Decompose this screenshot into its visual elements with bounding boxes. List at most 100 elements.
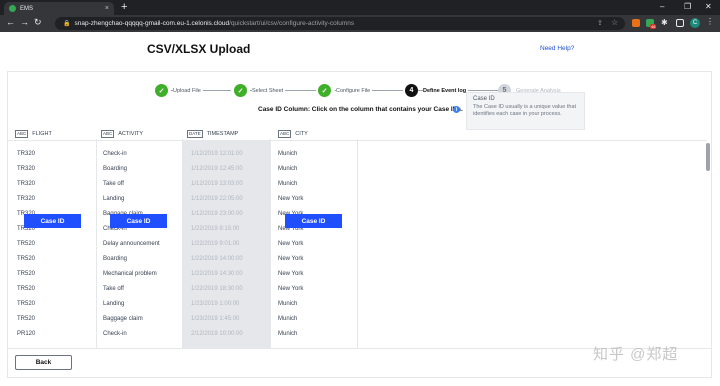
table-cell[interactable]: New York <box>278 286 303 292</box>
column-header-city[interactable]: ABC CITY <box>278 128 308 139</box>
case-id-button-activity[interactable]: Case ID <box>110 214 167 228</box>
table-cell[interactable]: TR520 <box>17 271 35 277</box>
table-cell[interactable]: Munich <box>278 151 297 157</box>
rss-extension-icon[interactable] <box>632 19 640 27</box>
check-icon: ✓ <box>155 84 168 97</box>
tooltip-title: Case ID <box>473 96 495 102</box>
step-number: 4 <box>405 84 418 97</box>
step-select-sheet: ✓ Select Sheet <box>234 84 286 97</box>
url-host: snap-zhengchao-qqqqq-gmail-com.eu-1.celo… <box>74 20 230 27</box>
lock-icon: 🔒 <box>63 21 71 27</box>
url-path: /quickstart/ui/csv/configure-activity-co… <box>229 20 355 27</box>
sidebar-icon[interactable] <box>676 19 684 27</box>
table-cell[interactable]: Landing <box>103 196 124 202</box>
tooltip-body: The Case ID usually is a unique value th… <box>473 104 577 117</box>
table-cell[interactable]: Take off <box>103 286 124 292</box>
column-divider <box>182 139 183 348</box>
forward-arrow-icon[interactable]: → <box>20 17 29 27</box>
case-id-button-flight[interactable]: Case ID <box>24 214 81 228</box>
need-help-link[interactable]: Need Help? <box>540 45 574 52</box>
table-cell[interactable]: Delay announcement <box>103 241 160 247</box>
window-close-icon[interactable]: ✕ <box>705 2 712 11</box>
column-header-timestamp[interactable]: DATE TIMESTAMP <box>187 128 238 139</box>
extensions-puzzle-icon[interactable]: ✱ <box>661 18 669 27</box>
step-label: Upload File <box>173 87 203 94</box>
watermark-text: 知乎 @郑超 <box>593 346 679 363</box>
table-cell[interactable]: 1/22/2019 14:30:00 <box>191 271 243 277</box>
column-divider <box>96 139 97 348</box>
table-cell[interactable]: TR320 <box>17 151 35 157</box>
back-arrow-icon[interactable]: ← <box>6 17 15 27</box>
table-cell[interactable]: 1/22/2019 8:15:00 <box>191 226 239 232</box>
minimize-icon[interactable]: – <box>660 2 664 11</box>
column-divider <box>357 139 358 348</box>
column-name: CITY <box>295 130 308 137</box>
table-cell[interactable]: 1/12/2019 12:45:00 <box>191 166 243 172</box>
table-cell[interactable]: Boarding <box>103 166 127 172</box>
table-cell[interactable]: New York <box>278 241 303 247</box>
table-cell[interactable]: TR520 <box>17 286 35 292</box>
table-cell[interactable]: Munich <box>278 166 297 172</box>
table-cell[interactable]: TR520 <box>17 301 35 307</box>
share-icon[interactable]: ⇪ <box>597 19 605 27</box>
column-header-flight[interactable]: ABC FLIGHT <box>15 128 52 139</box>
column-header-activity[interactable]: ABC ACTIVITY <box>101 128 143 139</box>
table-cell[interactable]: 1/22/2019 14:00:00 <box>191 256 243 262</box>
table-cell[interactable]: Check-in <box>103 331 127 337</box>
table-cell[interactable]: 1/23/2019 1:00:00 <box>191 301 239 307</box>
table-cell[interactable]: TR520 <box>17 316 35 322</box>
info-icon[interactable]: i <box>453 106 460 113</box>
step-upload-file: ✓ Upload File <box>155 84 203 97</box>
url-field[interactable]: 🔒 snap-zhengchao-qqqqq-gmail-com.eu-1.ce… <box>55 17 625 30</box>
table-cell[interactable]: TR520 <box>17 241 35 247</box>
table-cell[interactable]: Boarding <box>103 256 127 262</box>
browser-title-bar: EMS × + – ❐ ✕ <box>0 0 720 15</box>
table-cell[interactable]: 2/12/2019 10:00:00 <box>191 331 243 337</box>
new-tab-icon[interactable]: + <box>121 1 127 13</box>
column-name: TIMESTAMP <box>206 130 239 137</box>
reload-icon[interactable]: ↻ <box>34 17 42 28</box>
table-cell[interactable]: Take off <box>103 181 124 187</box>
table-cell[interactable]: TR320 <box>17 181 35 187</box>
table-cell[interactable]: New York <box>278 256 303 262</box>
table-cell[interactable]: 1/22/2019 9:01:00 <box>191 241 239 247</box>
table-cell[interactable]: TR320 <box>17 196 35 202</box>
bookmark-star-icon[interactable]: ☆ <box>611 18 619 27</box>
table-cell[interactable]: 1/12/2019 13:03:00 <box>191 181 243 187</box>
browser-tab[interactable]: EMS × <box>4 2 114 15</box>
check-icon: ✓ <box>234 84 247 97</box>
table-cell[interactable]: New York <box>278 196 303 202</box>
table-cell[interactable]: Landing <box>103 301 124 307</box>
table-cell[interactable]: 1/23/2019 1:45:00 <box>191 316 239 322</box>
check-icon: ✓ <box>318 84 331 97</box>
table-cell[interactable]: 1/12/2019 22:05:00 <box>191 196 243 202</box>
table-cell[interactable]: Mechanical problem <box>103 271 157 277</box>
column-divider <box>270 139 271 348</box>
table-scrollbar[interactable] <box>706 143 710 171</box>
tab-close-icon[interactable]: × <box>105 5 109 12</box>
table-cell[interactable]: 1/22/2019 18:30:00 <box>191 286 243 292</box>
table-cell[interactable]: New York <box>278 271 303 277</box>
case-id-tooltip: Case ID The Case ID usually is a unique … <box>466 92 585 130</box>
table-cell[interactable]: TR520 <box>17 256 35 262</box>
case-id-button-city[interactable]: Case ID <box>285 214 342 228</box>
step-configure-file: ✓ Configure File <box>318 84 373 97</box>
table-cell[interactable]: Check-in <box>103 151 127 157</box>
back-button[interactable]: Back <box>15 355 72 370</box>
profile-avatar[interactable]: C <box>690 18 700 28</box>
table-cell[interactable]: TR320 <box>17 166 35 172</box>
step-define-event-log: 4 Define Event log <box>405 84 469 97</box>
table-cell[interactable]: Munich <box>278 301 297 307</box>
table-cell[interactable]: 1/12/2019 23:00:00 <box>191 211 243 217</box>
table-cell[interactable]: Munich <box>278 181 297 187</box>
table-cell[interactable]: Baggage claim <box>103 316 143 322</box>
step-label: Configure File <box>336 87 373 94</box>
table-cell[interactable]: Munich <box>278 316 297 322</box>
menu-dots-icon[interactable]: ⋮ <box>706 17 714 26</box>
table-cell[interactable]: PR120 <box>17 331 35 337</box>
address-bar: ← → ↻ 🔒 snap-zhengchao-qqqqq-gmail-com.e… <box>0 15 720 32</box>
table-cell[interactable]: Munich <box>278 331 297 337</box>
table-cell[interactable]: 1/12/2019 12:01:00 <box>191 151 243 157</box>
tab-title: EMS <box>20 5 34 12</box>
maximize-icon[interactable]: ❐ <box>684 2 691 11</box>
